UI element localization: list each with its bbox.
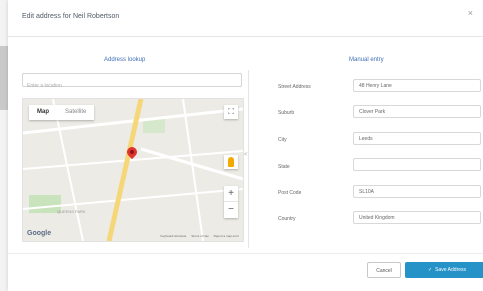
map-roads [23,99,243,241]
zoom-in-button[interactable]: + [224,186,238,202]
save-icon: ✓ [427,267,433,273]
suburb-label: Suburb [278,110,295,116]
zoom-out-button[interactable]: − [224,202,238,218]
suburb-field[interactable]: Clover Park [353,105,481,118]
state-label: State [278,164,290,170]
post-code-label: Post Code [278,190,302,196]
city-field[interactable]: Leeds [353,132,481,145]
zoom-control: + − [224,186,238,218]
fullscreen-icon[interactable]: ⛶ [224,105,238,119]
modal-header: Edit address for Neil Robertson × [8,0,483,37]
save-address-label: Save Address [435,267,467,273]
map-street-label: QUEENS PARK [57,209,86,214]
map-type-satellite-button[interactable]: Satellite [57,105,94,120]
location-search-input[interactable] [23,80,241,92]
city-label: City [278,137,287,143]
terms-link[interactable]: Terms of Use [191,234,209,238]
save-address-button[interactable]: ✓ Save Address [405,262,483,278]
column-divider [248,70,249,248]
address-lookup-heading: Address lookup [104,57,146,63]
report-error-link[interactable]: Report a map error [214,234,239,238]
map-footer: Keyboard shortcuts Terms of Use Report a… [156,234,239,238]
footer-divider [8,253,483,254]
post-code-field[interactable]: SL10A [353,185,481,198]
map[interactable]: Map Satellite ⛶ QUEENS PARK + − Google K… [22,98,244,242]
map-type-control: Map Satellite [29,105,95,120]
pegman-icon[interactable] [224,155,238,169]
google-logo[interactable]: Google [27,230,51,237]
country-field[interactable]: United Kingdom [353,211,481,224]
map-type-map-button[interactable]: Map [29,105,57,120]
divider-marker: < [244,152,248,158]
keyboard-shortcuts-link[interactable]: Keyboard shortcuts [160,234,186,238]
street-address-label: Street Address [278,84,311,90]
cancel-button[interactable]: Cancel [367,262,401,278]
close-icon[interactable]: × [468,9,473,18]
edit-address-modal: Edit address for Neil Robertson × Addres… [8,0,483,291]
modal-title: Edit address for Neil Robertson [22,13,120,20]
state-field[interactable] [353,158,481,171]
country-label: Country [278,216,296,222]
location-search-box[interactable] [22,73,242,92]
manual-entry-heading: Manual entry [349,57,384,63]
street-address-field[interactable]: 48 Henry Lane [353,79,481,92]
